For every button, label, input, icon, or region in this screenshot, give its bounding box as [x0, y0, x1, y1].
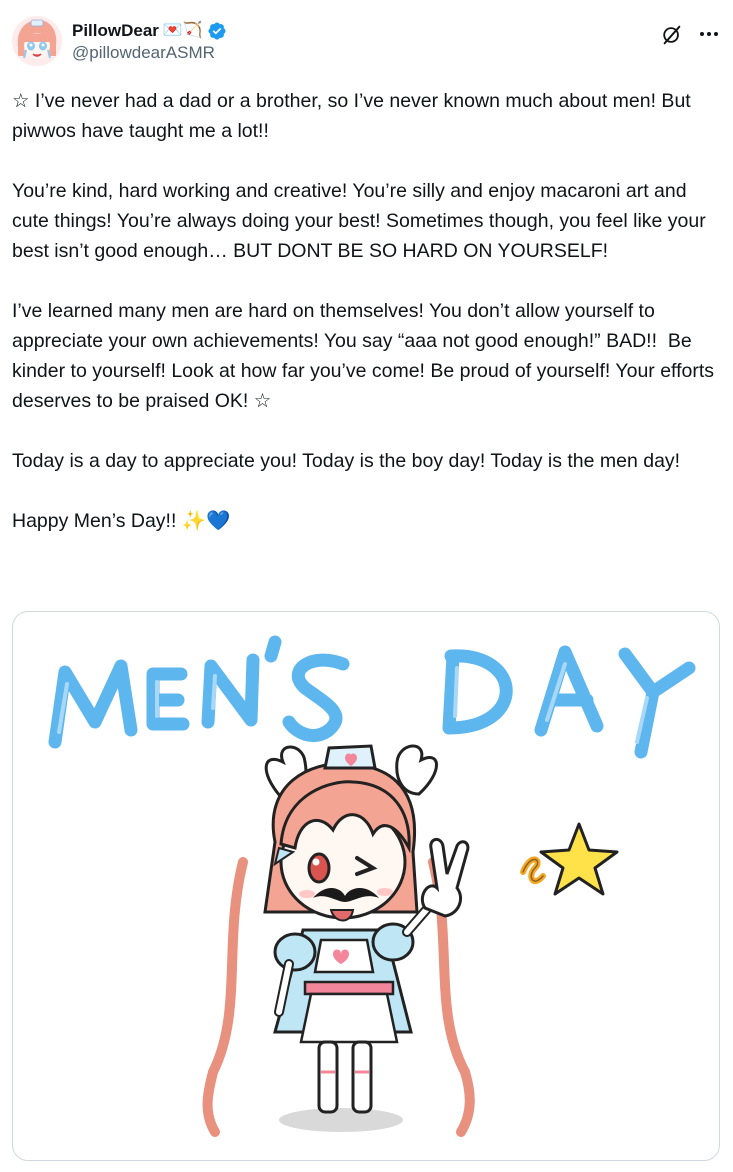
tweet-paragraph: Today is a day to appreciate you! Today … [12, 450, 681, 472]
tweet: PillowDear 💌🏹 @pillowdearASMR ☆ I’ve nev… [0, 0, 733, 1172]
tweet-header: PillowDear 💌🏹 @pillowdearASMR [12, 14, 721, 70]
tweet-text: ☆ I’ve never had a dad or a brother, so … [12, 86, 722, 536]
tweet-paragraph: You’re kind, hard working and creative! … [12, 180, 712, 262]
avatar[interactable] [12, 16, 62, 66]
name-emojis: 💌🏹 [162, 22, 203, 39]
tweet-media-image[interactable] [12, 611, 720, 1161]
author-info: PillowDear 💌🏹 @pillowdearASMR [72, 20, 227, 63]
tweet-paragraph: Happy Men’s Day!! ✨💙 [12, 510, 231, 532]
tweet-paragraph: ☆ I’ve never had a dad or a brother, so … [12, 90, 697, 142]
display-name-row: PillowDear 💌🏹 [72, 20, 227, 42]
tweet-paragraph: I’ve learned many men are hard on themse… [12, 300, 720, 412]
author-handle[interactable]: @pillowdearASMR [72, 43, 227, 63]
more-icon[interactable] [697, 22, 721, 46]
mens-day-illustration [48, 635, 696, 1137]
grok-icon[interactable] [661, 24, 683, 46]
display-name[interactable]: PillowDear [72, 21, 159, 41]
verified-badge-icon[interactable] [207, 21, 227, 41]
avatar-image [12, 16, 62, 66]
